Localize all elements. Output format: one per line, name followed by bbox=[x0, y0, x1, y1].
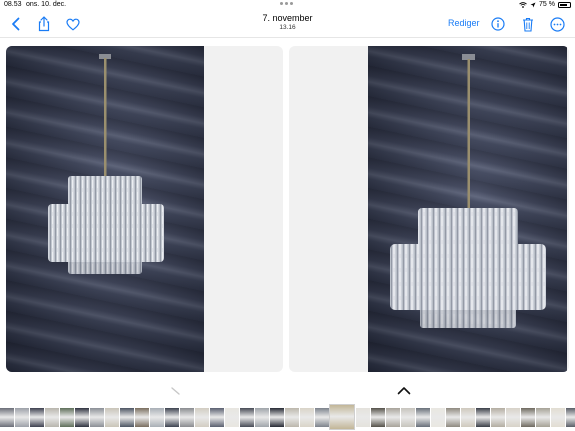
handle-icon bbox=[171, 382, 181, 400]
thumbnail[interactable] bbox=[416, 408, 430, 427]
thumbnail[interactable] bbox=[300, 408, 314, 427]
thumbnail[interactable] bbox=[180, 408, 194, 427]
chandelier-photo-2[interactable] bbox=[368, 46, 567, 372]
status-time: 08.53 bbox=[4, 1, 22, 8]
info-icon[interactable] bbox=[489, 15, 507, 33]
thumbnail[interactable] bbox=[356, 408, 370, 427]
thumbnail[interactable] bbox=[461, 408, 475, 427]
thumbnail[interactable] bbox=[431, 408, 445, 427]
thumbnail[interactable] bbox=[270, 408, 284, 427]
thumbnail-scrubber[interactable] bbox=[0, 403, 575, 431]
thumbnail[interactable] bbox=[446, 408, 460, 427]
thumbnail[interactable] bbox=[386, 408, 400, 427]
more-icon[interactable] bbox=[548, 15, 566, 33]
thumbnail[interactable] bbox=[75, 408, 89, 427]
thumbnail[interactable] bbox=[105, 408, 119, 427]
thumbnail[interactable] bbox=[15, 408, 29, 427]
photo-card-left[interactable] bbox=[6, 46, 283, 372]
chandelier-2-graphic bbox=[390, 54, 546, 328]
thumbnail[interactable] bbox=[60, 408, 74, 427]
status-indicators: 75 % bbox=[519, 1, 571, 8]
status-date: ons. 10. dec. bbox=[26, 1, 67, 8]
thumbnail[interactable] bbox=[566, 408, 575, 427]
thumbnail[interactable] bbox=[491, 408, 505, 427]
navigation-bar: 7. november 13.16 Rediger bbox=[0, 10, 575, 38]
thumbnail[interactable] bbox=[521, 408, 535, 427]
thumbnail[interactable] bbox=[210, 408, 224, 427]
battery-icon bbox=[558, 1, 571, 8]
chandelier-photo-1[interactable] bbox=[6, 46, 204, 372]
thumbnail[interactable] bbox=[195, 408, 209, 427]
thumbnail[interactable] bbox=[285, 408, 299, 427]
battery-level bbox=[560, 3, 567, 6]
thumbnail[interactable] bbox=[150, 408, 164, 427]
thumbnail-current[interactable] bbox=[329, 404, 355, 430]
edit-button[interactable]: Rediger bbox=[448, 18, 480, 28]
thumbnail[interactable] bbox=[551, 408, 565, 427]
thumbnail[interactable] bbox=[536, 408, 550, 427]
thumbnail[interactable] bbox=[255, 408, 269, 427]
thumbnail[interactable] bbox=[0, 408, 14, 427]
info-toggle-bar bbox=[0, 375, 575, 403]
battery-percent: 75 % bbox=[539, 1, 555, 8]
photo-viewer[interactable] bbox=[0, 38, 575, 375]
thumbnail[interactable] bbox=[476, 408, 490, 427]
thumbnail[interactable] bbox=[506, 408, 520, 427]
wifi-icon bbox=[519, 1, 527, 8]
chevron-up-icon[interactable] bbox=[397, 382, 411, 400]
thumbnail[interactable] bbox=[165, 408, 179, 427]
location-icon bbox=[530, 2, 536, 8]
thumbnail[interactable] bbox=[225, 408, 239, 427]
trash-icon[interactable] bbox=[519, 15, 537, 33]
multitasking-handle[interactable] bbox=[280, 2, 293, 5]
thumbnail[interactable] bbox=[90, 408, 104, 427]
thumbnail[interactable] bbox=[371, 408, 385, 427]
photo-card-right[interactable] bbox=[289, 46, 569, 372]
thumbnail[interactable] bbox=[401, 408, 415, 427]
thumbnail[interactable] bbox=[30, 408, 44, 427]
chandelier-1-graphic bbox=[48, 54, 164, 274]
thumbnail[interactable] bbox=[240, 408, 254, 427]
thumbnail[interactable] bbox=[135, 408, 149, 427]
thumbnail[interactable] bbox=[45, 408, 59, 427]
thumbnail[interactable] bbox=[120, 408, 134, 427]
thumbnail[interactable] bbox=[315, 408, 329, 427]
